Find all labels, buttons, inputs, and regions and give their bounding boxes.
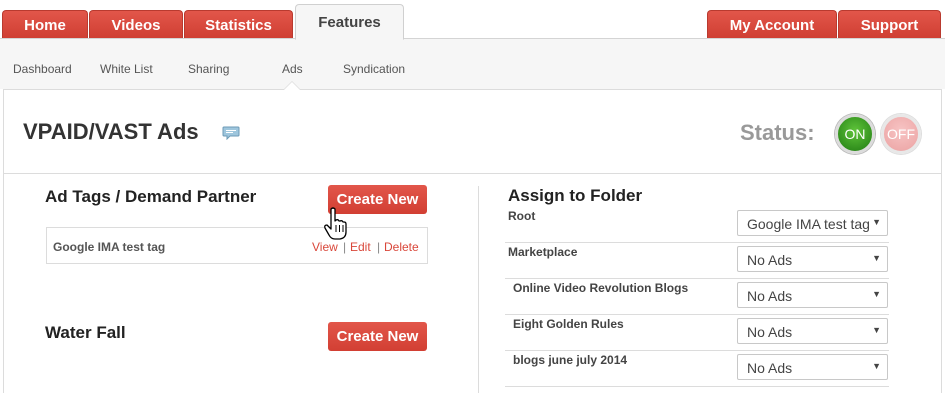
assign-folder-title: Assign to Folder bbox=[508, 186, 643, 205]
subnav-syndication[interactable]: Syndication bbox=[343, 62, 405, 76]
subnav-white-list[interactable]: White List bbox=[100, 62, 153, 76]
ad-tag-name: Google IMA test tag bbox=[53, 240, 166, 254]
app-root: Home Videos Statistics Features My Accou… bbox=[0, 0, 945, 393]
separator: | bbox=[343, 240, 347, 254]
dropdown-arrow-icon: ▼ bbox=[872, 361, 881, 371]
separator: | bbox=[377, 240, 381, 254]
folder-row: Eight Golden Rules No Ads ▼ bbox=[505, 315, 889, 351]
tab-my-account[interactable]: My Account bbox=[707, 10, 837, 39]
tab-statistics[interactable]: Statistics bbox=[184, 10, 293, 39]
ad-tags-title: Ad Tags / Demand Partner bbox=[45, 187, 257, 206]
ad-tag-edit-link[interactable]: Edit bbox=[350, 240, 371, 254]
ad-tag-view-link[interactable]: View bbox=[312, 240, 338, 254]
tab-home[interactable]: Home bbox=[2, 10, 88, 39]
folder-ad-select[interactable]: No Ads ▼ bbox=[737, 354, 888, 380]
subnav-dashboard[interactable]: Dashboard bbox=[13, 62, 72, 76]
folder-row: Online Video Revolution Blogs No Ads ▼ bbox=[505, 279, 889, 315]
select-value: No Ads bbox=[747, 360, 793, 376]
column-divider bbox=[478, 186, 479, 393]
main-nav: Home Videos Statistics Features My Accou… bbox=[0, 0, 945, 40]
status-label: Status: bbox=[740, 120, 815, 145]
folder-ad-select[interactable]: Google IMA test tag ▼ bbox=[737, 210, 888, 236]
page-title: VPAID/VAST Ads bbox=[23, 119, 199, 144]
ad-tag-delete-link[interactable]: Delete bbox=[384, 240, 419, 254]
folder-name: Root bbox=[508, 209, 536, 223]
hand-pointer-icon bbox=[324, 207, 347, 240]
status-off-button[interactable]: OFF bbox=[881, 114, 921, 154]
folder-ad-select[interactable]: No Ads ▼ bbox=[737, 282, 888, 308]
folder-row: blogs june july 2014 No Ads ▼ bbox=[505, 351, 889, 387]
ad-tag-row: Google IMA test tag View | Edit | Delete bbox=[46, 227, 428, 264]
tab-videos[interactable]: Videos bbox=[89, 10, 183, 39]
status-on-button[interactable]: ON bbox=[835, 114, 875, 154]
tab-support[interactable]: Support bbox=[838, 10, 941, 39]
select-value: Google IMA test tag bbox=[747, 216, 869, 232]
dropdown-arrow-icon: ▼ bbox=[872, 253, 881, 263]
select-value: No Ads bbox=[747, 288, 793, 304]
dropdown-arrow-icon: ▼ bbox=[872, 289, 881, 299]
subnav-ads[interactable]: Ads bbox=[282, 62, 303, 76]
folder-name: Eight Golden Rules bbox=[513, 317, 624, 331]
folder-name: blogs june july 2014 bbox=[513, 353, 628, 367]
create-waterfall-button[interactable]: Create New bbox=[328, 322, 427, 351]
sub-nav: Dashboard White List Sharing Ads Syndica… bbox=[0, 39, 945, 89]
folder-name: Online Video Revolution Blogs bbox=[513, 281, 689, 295]
waterfall-title: Water Fall bbox=[45, 323, 126, 342]
folder-ad-select[interactable]: No Ads ▼ bbox=[737, 318, 888, 344]
select-value: No Ads bbox=[747, 252, 793, 268]
folder-name: Marketplace bbox=[508, 245, 578, 259]
subnav-sharing[interactable]: Sharing bbox=[188, 62, 229, 76]
folder-ad-select[interactable]: No Ads ▼ bbox=[737, 246, 888, 272]
tab-features[interactable]: Features bbox=[295, 4, 404, 40]
folder-row: Marketplace No Ads ▼ bbox=[505, 243, 889, 279]
dropdown-arrow-icon: ▼ bbox=[872, 325, 881, 335]
select-value: No Ads bbox=[747, 324, 793, 340]
speech-bubble-icon[interactable] bbox=[222, 126, 240, 140]
active-indicator bbox=[284, 82, 300, 90]
folder-row: Root Google IMA test tag ▼ bbox=[505, 207, 889, 243]
dropdown-arrow-icon: ▼ bbox=[872, 217, 881, 227]
panel-header: VPAID/VAST Ads Status: ON OFF bbox=[4, 90, 941, 174]
